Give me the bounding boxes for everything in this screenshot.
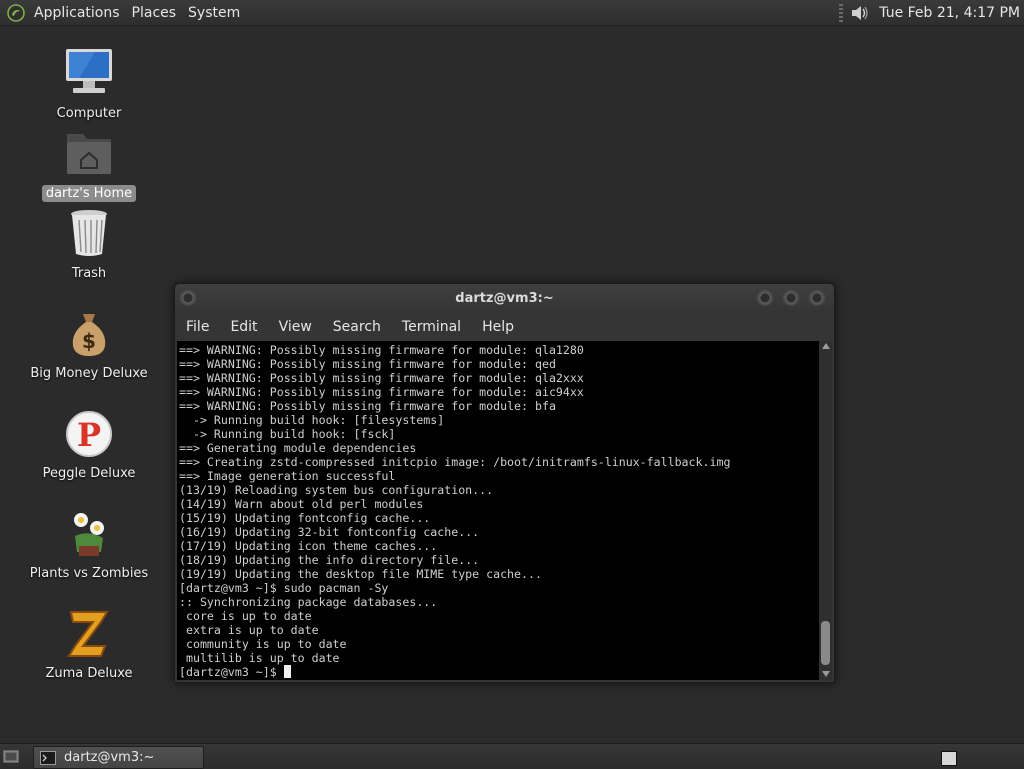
terminal-line: -> Running build hook: [fsck] bbox=[179, 427, 396, 441]
minimize-button[interactable] bbox=[756, 288, 774, 306]
volume-icon[interactable] bbox=[849, 3, 871, 23]
terminal-line: ==> WARNING: Possibly missing firmware f… bbox=[179, 357, 556, 371]
terminal-text: ==> WARNING: Possibly missing firmware f… bbox=[179, 343, 819, 679]
terminal-line: ==> Image generation successful bbox=[179, 469, 396, 483]
terminal-line: [dartz@vm3 ~]$ sudo pacman -Sy bbox=[179, 581, 389, 595]
home-folder-icon bbox=[67, 134, 111, 174]
mate-logo-icon[interactable] bbox=[7, 3, 25, 22]
terminal-line: (14/19) Warn about old perl modules bbox=[179, 497, 424, 511]
terminal-line: ==> WARNING: Possibly missing firmware f… bbox=[179, 385, 584, 399]
desktop-icon-label: Trash bbox=[71, 266, 107, 281]
money-bag-icon: $ bbox=[72, 314, 106, 356]
terminal-line: ==> WARNING: Possibly missing firmware f… bbox=[179, 371, 584, 385]
desktop-icon-label: Plants vs Zombies bbox=[29, 566, 149, 581]
desktop-icon-zuma[interactable]: Zuma Deluxe bbox=[24, 606, 154, 682]
desktop-icon-label: Zuma Deluxe bbox=[45, 666, 133, 681]
desktop-icon-big-money[interactable]: $ Big Money Deluxe bbox=[24, 306, 154, 382]
scrollbar-thumb[interactable] bbox=[821, 621, 830, 665]
applications-menu[interactable]: Applications bbox=[28, 5, 126, 21]
terminal-line: multilib is up to date bbox=[179, 651, 340, 665]
menu-terminal[interactable]: Terminal bbox=[391, 319, 471, 335]
menu-edit[interactable]: Edit bbox=[219, 319, 267, 335]
terminal-line: ==> WARNING: Possibly missing firmware f… bbox=[179, 343, 584, 357]
desktop-icon-computer[interactable]: Computer bbox=[24, 46, 154, 122]
terminal-prompt-line: [dartz@vm3 ~]$ bbox=[179, 665, 819, 679]
terminal-cursor bbox=[283, 665, 291, 678]
top-panel: Applications Places System Tue Feb 21, 4… bbox=[0, 0, 1024, 26]
terminal-line: extra is up to date bbox=[179, 623, 319, 637]
window-titlebar[interactable]: dartz@vm3:~ bbox=[175, 284, 834, 313]
terminal-line: ==> Creating zstd-compressed initcpio im… bbox=[179, 455, 731, 469]
panel-tray: Tue Feb 21, 4:17 PM bbox=[839, 0, 1020, 25]
menu-view[interactable]: View bbox=[268, 319, 322, 335]
terminal-line: (15/19) Updating fontconfig cache... bbox=[179, 511, 431, 525]
terminal-line: (19/19) Updating the desktop file MIME t… bbox=[179, 567, 542, 581]
desktop-icon-label: dartz's Home bbox=[41, 185, 137, 202]
workspace-switcher[interactable] bbox=[941, 751, 957, 766]
places-menu[interactable]: Places bbox=[126, 5, 183, 21]
maximize-button[interactable] bbox=[782, 288, 800, 306]
terminal-output[interactable]: ==> WARNING: Possibly missing firmware f… bbox=[177, 341, 819, 680]
svg-text:P: P bbox=[77, 416, 101, 454]
zuma-icon bbox=[67, 611, 109, 657]
terminal-line: -> Running build hook: [filesystems] bbox=[179, 413, 445, 427]
panel-menu-bar: Applications Places System bbox=[0, 0, 246, 25]
terminal-icon bbox=[40, 750, 56, 765]
desktop-icon-label: Computer bbox=[56, 106, 122, 121]
trash-icon bbox=[71, 210, 107, 256]
menu-search[interactable]: Search bbox=[322, 319, 391, 335]
terminal-line: ==> WARNING: Possibly missing firmware f… bbox=[179, 399, 556, 413]
close-button[interactable] bbox=[808, 288, 826, 306]
peggle-icon: P bbox=[66, 411, 112, 457]
terminal-window[interactable]: dartz@vm3:~ File Edit View Search Termin… bbox=[174, 283, 835, 683]
terminal-scrollbar[interactable] bbox=[819, 341, 832, 680]
terminal-line: core is up to date bbox=[179, 609, 312, 623]
desktop-icon-label: Big Money Deluxe bbox=[30, 366, 148, 381]
scroll-up-arrow-icon[interactable] bbox=[822, 343, 830, 349]
menu-help[interactable]: Help bbox=[471, 319, 524, 335]
terminal-line: (16/19) Updating 32-bit fontconfig cache… bbox=[179, 525, 480, 539]
plants-vs-zombies-icon bbox=[74, 513, 104, 556]
desktop-icon-trash[interactable]: Trash bbox=[24, 206, 154, 282]
scroll-down-arrow-icon[interactable] bbox=[822, 671, 830, 677]
desktop-icon-peggle[interactable]: P Peggle Deluxe bbox=[24, 406, 154, 482]
show-desktop-icon[interactable] bbox=[3, 748, 19, 764]
terminal-line: (13/19) Reloading system bus configurati… bbox=[179, 483, 494, 497]
panel-grip[interactable] bbox=[839, 3, 844, 22]
window-title: dartz@vm3:~ bbox=[455, 291, 554, 306]
terminal-line: :: Synchronizing package databases... bbox=[179, 595, 438, 609]
terminal-line: ==> Generating module dependencies bbox=[179, 441, 417, 455]
desktop-icon-label: Peggle Deluxe bbox=[42, 466, 136, 481]
terminal-line: (17/19) Updating icon theme caches... bbox=[179, 539, 438, 553]
terminal-line: community is up to date bbox=[179, 637, 347, 651]
taskbar-item-label: dartz@vm3:~ bbox=[64, 750, 155, 765]
desktop-icon-home[interactable]: dartz's Home bbox=[24, 126, 154, 202]
system-menu[interactable]: System bbox=[182, 5, 246, 21]
bottom-panel: dartz@vm3:~ bbox=[0, 743, 1024, 769]
terminal-menubar: File Edit View Search Terminal Help bbox=[175, 313, 834, 341]
computer-icon bbox=[66, 49, 112, 93]
terminal-prompt: [dartz@vm3 ~]$ bbox=[179, 665, 284, 679]
desktop-icon-pvz[interactable]: Plants vs Zombies bbox=[24, 506, 154, 582]
clock[interactable]: Tue Feb 21, 4:17 PM bbox=[879, 5, 1020, 21]
taskbar-item-terminal[interactable]: dartz@vm3:~ bbox=[33, 746, 204, 769]
menu-file[interactable]: File bbox=[175, 319, 219, 335]
terminal-line: (18/19) Updating the info directory file… bbox=[179, 553, 480, 567]
svg-text:$: $ bbox=[82, 329, 96, 353]
